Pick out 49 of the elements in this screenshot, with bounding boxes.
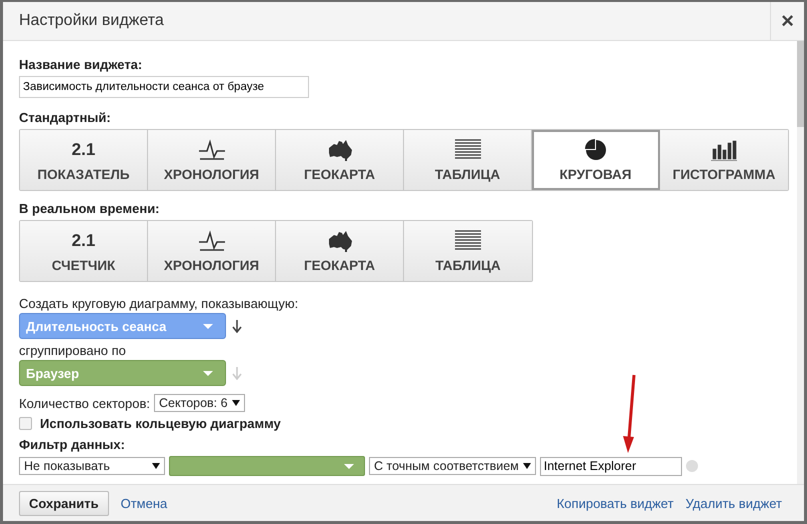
australia-map-icon [326, 230, 352, 252]
cancel-link[interactable]: Отмена [120, 496, 168, 510]
table-icon [454, 230, 482, 252]
chart-type-button[interactable]: ГИСТОГРАММА [660, 130, 788, 190]
chart-type-button[interactable]: ГЕОКАРТА [276, 221, 404, 281]
section-label: Фильтр данных: [19, 437, 126, 452]
dimension-dropdown[interactable] [169, 456, 365, 476]
chart-type-button[interactable]: 2.1 ПОКАЗАТЕЛЬ [20, 130, 148, 190]
checkbox[interactable] [19, 417, 32, 430]
chart-type-button[interactable]: ХРОНОЛОГИЯ [148, 221, 276, 281]
chart-type-button[interactable]: ХРОНОЛОГИЯ [148, 130, 276, 190]
table-icon [454, 138, 482, 160]
caret-icon [344, 464, 354, 468]
number-icon: 2.1 [72, 230, 96, 252]
chart-type-button[interactable]: КРУГОВАЯ [532, 130, 660, 190]
filter-value-field[interactable]: Internet Explorer [540, 456, 682, 476]
widget-name-field[interactable]: Зависимость длительности сеанса от браузе [19, 76, 309, 98]
sort-arrow-icon[interactable] [232, 320, 242, 332]
bar-chart-icon [710, 138, 738, 160]
field-label: Создать круговую диаграмму, показывающую: [19, 296, 300, 311]
window-title: Настройки виджета [18, 12, 165, 30]
checkbox-label: Использовать кольцевую диаграмму [40, 416, 281, 431]
chart-type-button[interactable]: ТАБЛИЦА [404, 130, 532, 190]
caret-icon [232, 400, 240, 406]
clear-icon[interactable] [686, 460, 698, 472]
pulse-line-icon [198, 230, 226, 252]
section-label: Стандартный: [19, 110, 112, 125]
caret-icon [152, 463, 160, 469]
slices-dropdown[interactable]: Секторов: 6 [154, 394, 245, 412]
chart-type-button[interactable]: ГЕОКАРТА [276, 130, 404, 190]
delete-widget-link[interactable]: Удалить виджет [686, 496, 782, 510]
pie-chart-icon [584, 138, 606, 160]
scrollbar-thumb[interactable] [797, 41, 804, 127]
number-icon: 2.1 [72, 138, 96, 160]
save-button[interactable]: Сохранить [19, 490, 109, 516]
field-label: сгруппировано по [19, 343, 127, 358]
section-label: В реальном времени: [19, 201, 161, 216]
caret-icon [203, 370, 213, 376]
field-label: Количество секторов: [19, 396, 150, 410]
match-type-dropdown[interactable]: С точным соответствием [369, 457, 536, 475]
filter-mode-dropdown[interactable]: Не показывать [19, 457, 165, 475]
caret-icon [203, 324, 213, 328]
pulse-line-icon [198, 138, 226, 160]
caret-icon [522, 463, 531, 469]
chart-type-button[interactable]: 2.1 СЧЕТЧИК [20, 221, 148, 281]
chart-type-button[interactable]: ТАБЛИЦА [404, 221, 532, 281]
field-label: Название виджета: [19, 57, 144, 72]
australia-map-icon [326, 138, 352, 160]
copy-widget-link[interactable]: Копировать виджет [556, 496, 674, 510]
